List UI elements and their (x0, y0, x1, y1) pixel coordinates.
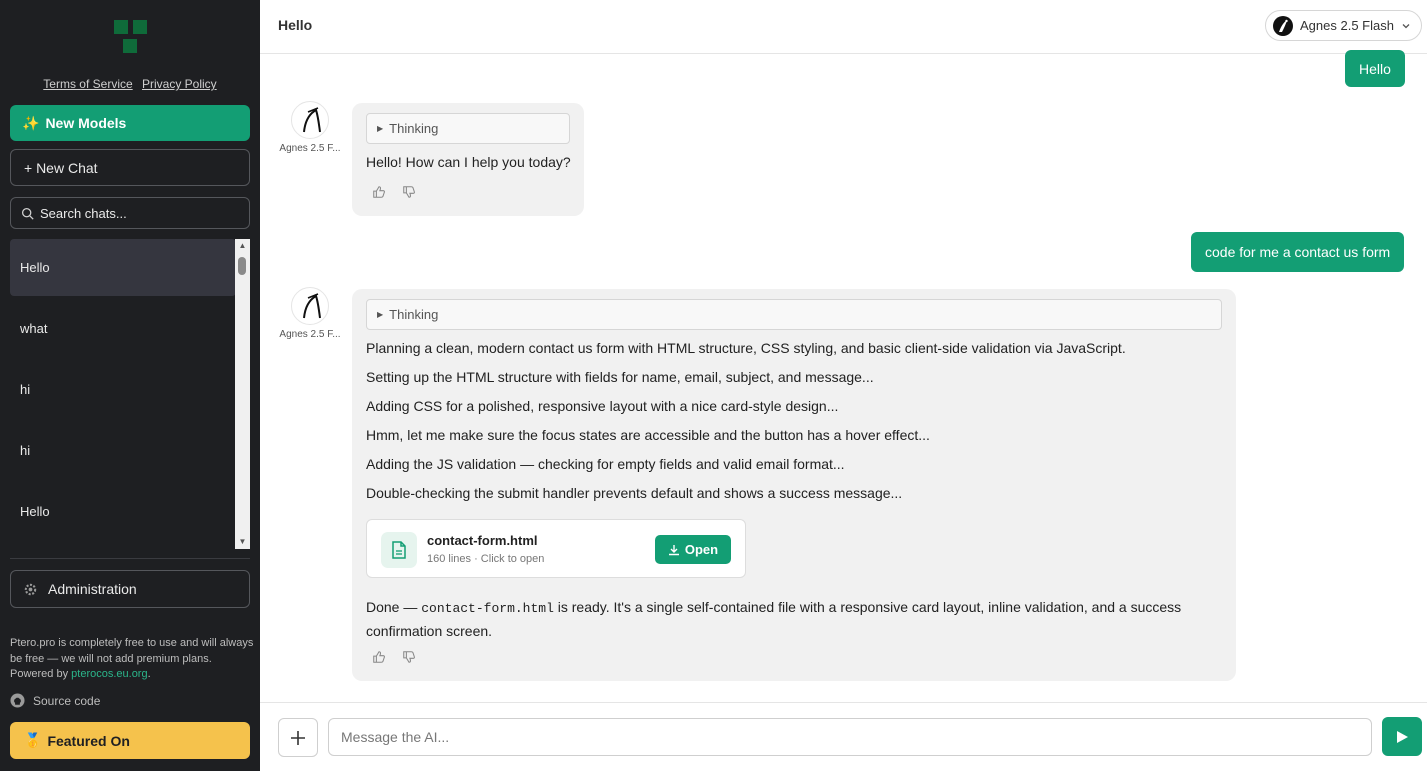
featured-on-button[interactable]: 🥇 Featured On (10, 722, 250, 759)
thought-line: Setting up the HTML structure with field… (366, 369, 874, 385)
message-reactions (372, 185, 416, 199)
github-icon (10, 693, 25, 708)
legal-links: Terms of Service Privacy Policy (0, 77, 260, 91)
thinking-toggle[interactable]: ▶ Thinking (366, 299, 1222, 330)
open-file-button[interactable]: Open (655, 535, 731, 564)
scrollbar-thumb[interactable] (238, 257, 246, 275)
chat-list-scrollbar[interactable]: ▲ ▼ (235, 239, 250, 549)
terms-link[interactable]: Terms of Service (43, 77, 132, 91)
source-code-label: Source code (33, 693, 101, 708)
thumbs-down-icon[interactable] (402, 650, 416, 664)
user-message: code for me a contact us form (1191, 232, 1405, 272)
agnes-avatar-icon (291, 101, 329, 139)
chat-item[interactable]: Hello (10, 483, 236, 540)
thumbs-up-icon[interactable] (372, 650, 386, 664)
chat-list: Hello what hi hi Hello (10, 239, 236, 549)
inline-code: contact-form.html (421, 601, 554, 616)
file-meta: 160 lines · Click to open (427, 553, 545, 565)
thought-line: Adding the JS validation — checking for … (366, 456, 845, 472)
ai-name: Agnes 2.5 F... (279, 143, 341, 154)
search-input[interactable] (40, 205, 240, 221)
file-icon (381, 532, 417, 568)
pterocos-link[interactable]: pterocos.eu.org (71, 668, 147, 680)
file-card[interactable]: contact-form.html 160 lines · Click to o… (366, 519, 746, 578)
chevron-down-icon (1402, 23, 1410, 28)
thinking-toggle[interactable]: ▶ Thinking (366, 113, 570, 144)
thought-line: Hmm, let me make sure the focus states a… (366, 427, 930, 443)
agnes-avatar-icon (291, 287, 329, 325)
thinking-label: Thinking (389, 121, 439, 136)
chat-item[interactable]: hi (10, 422, 236, 479)
user-message: Hello (1345, 50, 1405, 87)
ai-avatar: Agnes 2.5 F... (275, 101, 345, 154)
new-chat-button[interactable]: + New Chat (10, 149, 250, 186)
thinking-label: Thinking (389, 307, 439, 322)
new-models-button[interactable]: ✨ New Models (10, 105, 250, 141)
thought-line: Planning a clean, modern contact us form… (366, 340, 1126, 356)
search-icon (21, 207, 34, 220)
source-code-link[interactable]: Source code (10, 693, 100, 708)
chat-main: Hello Agnes 2.5 Flash Hello Agnes 2.5 F.… (260, 0, 1427, 771)
sidebar-divider (10, 558, 250, 559)
open-label: Open (684, 542, 719, 557)
plus-icon (291, 730, 305, 745)
administration-button[interactable]: Administration (10, 570, 250, 608)
gear-icon (24, 583, 37, 595)
sidebar: Terms of Service Privacy Policy ✨ New Mo… (0, 0, 260, 771)
send-button[interactable] (1382, 717, 1422, 756)
composer-divider (260, 702, 1427, 703)
ai-message: ▶ Thinking Hello! How can I help you tod… (352, 103, 584, 216)
sparkles-icon: ✨ (22, 114, 40, 131)
ai-message-text: Hello! How can I help you today? (366, 154, 571, 170)
download-icon (668, 544, 679, 555)
footer-text: Ptero.pro is completely free to use and … (10, 637, 254, 680)
new-models-label: New Models (45, 115, 127, 131)
privacy-link[interactable]: Privacy Policy (142, 77, 217, 91)
ai-avatar: Agnes 2.5 F... (275, 287, 345, 340)
caret-right-icon: ▶ (377, 124, 384, 133)
message-input[interactable] (328, 718, 1372, 756)
caret-right-icon: ▶ (377, 310, 384, 319)
thought-line: Double-checking the submit handler preve… (366, 485, 903, 501)
send-icon (1397, 730, 1408, 743)
ai-name: Agnes 2.5 F... (279, 329, 341, 340)
attach-button[interactable] (278, 718, 318, 757)
ai-message-text: Done — contact-form.html is ready. It's … (366, 599, 1182, 639)
featured-label: Featured On (47, 732, 130, 749)
scroll-down-icon[interactable]: ▼ (235, 535, 250, 549)
thumbs-down-icon[interactable] (402, 185, 416, 199)
message-reactions (372, 650, 416, 664)
scroll-up-icon[interactable]: ▲ (235, 239, 250, 253)
thought-line: Adding CSS for a polished, responsive la… (366, 398, 839, 414)
search-chats[interactable] (10, 197, 250, 229)
model-avatar-icon (1273, 15, 1293, 36)
administration-label: Administration (48, 581, 137, 597)
chat-header: Hello Agnes 2.5 Flash (260, 0, 1427, 54)
thumbs-up-icon[interactable] (372, 185, 386, 199)
ai-message: ▶ Thinking Planning a clean, modern cont… (352, 289, 1236, 681)
page-title: Hello (278, 17, 313, 33)
chat-item[interactable]: hi (10, 361, 236, 418)
model-selector[interactable]: Agnes 2.5 Flash (1265, 10, 1422, 41)
medal-icon: 🥇 (24, 732, 42, 748)
chat-item[interactable]: what (10, 300, 236, 357)
chat-item[interactable]: Hello (10, 239, 236, 296)
app-logo (114, 20, 148, 54)
file-name: contact-form.html (427, 533, 538, 548)
model-name: Agnes 2.5 Flash (1300, 18, 1394, 33)
